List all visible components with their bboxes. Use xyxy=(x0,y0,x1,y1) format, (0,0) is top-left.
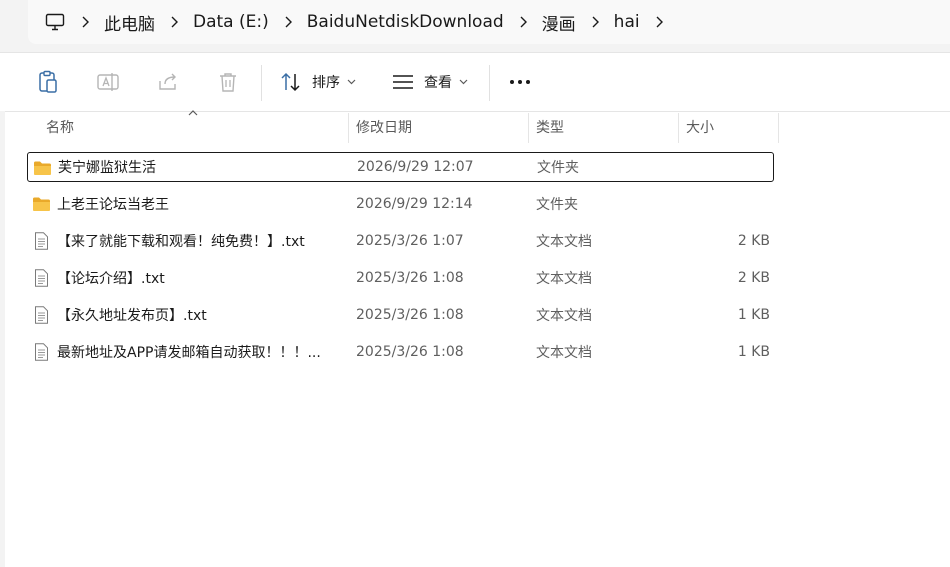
file-modified: 2026/9/29 12:07 xyxy=(357,159,474,175)
file-name: 【论坛介绍】.txt xyxy=(57,271,165,287)
address-bar-area: 此电脑 Data (E:) BaiduNetdiskDownload 漫画 ha… xyxy=(0,0,950,52)
file-modified: 2026/9/29 12:14 xyxy=(356,196,473,212)
navigation-pane-edge xyxy=(0,111,5,567)
sort-label: 排序 xyxy=(312,75,340,91)
delete-icon[interactable] xyxy=(216,70,240,94)
sort-button[interactable]: 排序 xyxy=(280,67,356,97)
view-list-icon xyxy=(393,75,413,89)
file-name: 最新地址及APP请发邮箱自动获取！！！... xyxy=(57,345,321,361)
file-name: 上老王论坛当老王 xyxy=(57,197,169,213)
command-bar: 排序 查看 xyxy=(0,52,950,112)
toolbar-divider xyxy=(261,65,262,101)
paste-icon[interactable] xyxy=(36,70,60,94)
chevron-right-icon[interactable] xyxy=(269,16,307,28)
file-size: 2 KB xyxy=(737,270,770,286)
text-file-icon xyxy=(35,269,48,287)
file-name: 【永久地址发布页】.txt xyxy=(57,308,207,324)
this-pc-icon[interactable] xyxy=(44,11,66,33)
file-type: 文本文档 xyxy=(536,308,592,324)
toolbar-divider xyxy=(489,65,490,101)
file-row[interactable]: 【来了就能下载和观看！纯免费！】.txt 2025/3/26 1:07 文本文档… xyxy=(27,226,774,256)
folder-icon xyxy=(33,197,50,211)
file-type: 文本文档 xyxy=(536,345,592,361)
column-divider[interactable] xyxy=(778,113,779,143)
breadcrumb-manhua[interactable]: 漫画 xyxy=(542,10,576,35)
column-header-size[interactable]: 大小 xyxy=(678,111,778,143)
folder-icon xyxy=(34,161,51,175)
chevron-right-icon[interactable] xyxy=(504,16,542,28)
file-size: 1 KB xyxy=(737,307,770,323)
file-row[interactable]: 芙宁娜监狱生活 2026/9/29 12:07 文件夹 xyxy=(27,152,774,182)
file-modified: 2025/3/26 1:08 xyxy=(356,270,464,286)
file-row[interactable]: 【永久地址发布页】.txt 2025/3/26 1:08 文本文档 1 KB xyxy=(27,300,774,330)
file-size: 1 KB xyxy=(737,344,770,360)
file-type: 文件夹 xyxy=(537,160,579,176)
text-file-icon xyxy=(35,343,48,361)
column-modified-label: 修改日期 xyxy=(356,120,412,136)
view-label: 查看 xyxy=(424,75,452,91)
file-type: 文本文档 xyxy=(536,271,592,287)
column-header: 名称 修改日期 类型 大小 xyxy=(0,110,950,143)
column-header-modified[interactable]: 修改日期 xyxy=(348,111,528,143)
breadcrumb-hai[interactable]: hai xyxy=(614,12,640,32)
file-size: 2 KB xyxy=(737,233,770,249)
column-header-name[interactable]: 名称 xyxy=(38,111,348,143)
text-file-icon xyxy=(35,306,48,324)
column-type-label: 类型 xyxy=(536,120,564,136)
file-row[interactable]: 上老王论坛当老王 2026/9/29 12:14 文件夹 xyxy=(27,189,774,219)
file-row[interactable]: 最新地址及APP请发邮箱自动获取！！！... 2025/3/26 1:08 文本… xyxy=(27,337,774,367)
file-name: 芙宁娜监狱生活 xyxy=(58,160,156,176)
view-button[interactable]: 查看 xyxy=(392,67,468,97)
text-file-icon xyxy=(35,232,48,250)
chevron-right-icon[interactable] xyxy=(576,16,614,28)
file-row[interactable]: 【论坛介绍】.txt 2025/3/26 1:08 文本文档 2 KB xyxy=(27,263,774,293)
file-modified: 2025/3/26 1:07 xyxy=(356,233,464,249)
file-type: 文本文档 xyxy=(536,234,592,250)
breadcrumb-this-pc[interactable]: 此电脑 xyxy=(104,10,155,35)
file-modified: 2025/3/26 1:08 xyxy=(356,344,464,360)
breadcrumb-baidu-download[interactable]: BaiduNetdiskDownload xyxy=(307,12,504,32)
file-name: 【来了就能下载和观看！纯免费！】.txt xyxy=(57,234,305,250)
file-modified: 2025/3/26 1:08 xyxy=(356,307,464,323)
chevron-down-icon xyxy=(459,79,468,85)
column-header-type[interactable]: 类型 xyxy=(528,111,678,143)
sort-icon xyxy=(281,72,300,92)
chevron-right-icon[interactable] xyxy=(155,16,193,28)
chevron-right-icon[interactable] xyxy=(640,16,678,28)
file-type: 文件夹 xyxy=(536,197,578,213)
column-name-label: 名称 xyxy=(46,120,74,136)
more-options-icon[interactable] xyxy=(508,70,532,94)
rename-icon[interactable] xyxy=(96,70,120,94)
address-bar[interactable]: 此电脑 Data (E:) BaiduNetdiskDownload 漫画 ha… xyxy=(28,0,950,44)
breadcrumb-data-drive[interactable]: Data (E:) xyxy=(193,12,269,32)
share-icon[interactable] xyxy=(156,70,180,94)
column-size-label: 大小 xyxy=(686,120,714,136)
chevron-right-icon[interactable] xyxy=(66,16,104,28)
chevron-down-icon xyxy=(347,79,356,85)
